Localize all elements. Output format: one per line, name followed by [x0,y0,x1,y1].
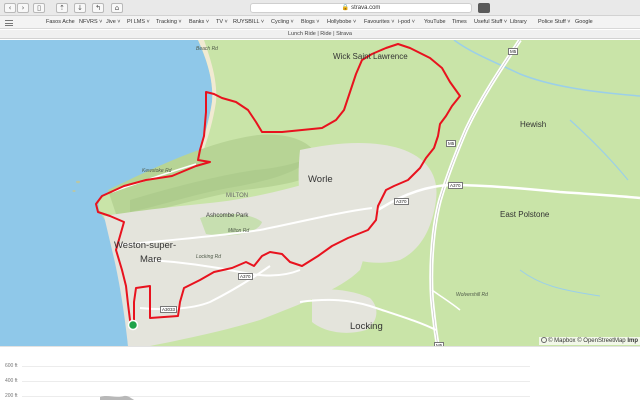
road-m5 [429,40,522,346]
bookmark-item[interactable]: RUYSBILL ˅ [233,18,264,27]
place-label: Weston-super- [114,240,177,251]
bookmark-item[interactable]: Google [575,18,593,27]
place-label: Worle [308,174,333,185]
improve-map-link[interactable]: Imp [627,338,638,344]
bookmark-item[interactable]: Banks ˅ [189,18,209,27]
bookmark-item[interactable]: Jive ˅ [106,18,121,27]
bookmark-item[interactable]: Fasos Ache [46,18,75,27]
place-label: MILTON [226,193,249,199]
road-shield: A370 [448,182,463,189]
map-canvas [0,40,640,346]
island [72,190,76,192]
bookmark-item[interactable]: Police Stuff ˅ [538,18,570,27]
url-text: strava.com [351,5,381,11]
route-map[interactable]: Wick Saint Lawrence Hewish Worle East Po… [0,40,640,346]
road-label: Beach Rd [196,46,218,52]
place-label: Hewish [520,120,547,129]
river [453,40,640,97]
browser-toolbar: ‹ › ▯ ⇡ ↓ ↰ ⌂ 🔒 strava.com [0,0,640,16]
back-icon[interactable]: ‹ [4,3,16,13]
road-shield: M5 [446,140,457,147]
bookmark-item[interactable]: TV ˅ [216,18,228,27]
lock-icon: 🔒 [341,5,350,11]
tab-activity[interactable]: Lunch Ride | Ride | Strava [0,30,640,39]
bookmark-item[interactable]: Useful Stuff ˅ [474,18,507,27]
bookmark-item[interactable]: Tracking ˅ [156,18,182,27]
road-shield: M5 [508,48,519,55]
road-label: Locking Rd [196,254,222,260]
mapbox-logo-icon [541,337,548,343]
island [76,180,80,184]
history-back-icon[interactable]: ↰ [92,3,104,13]
place-label: Ashcombe Park [206,213,249,219]
bookmark-item[interactable]: Library [510,18,527,27]
bookmarks-bar: Fasos Ache NFVRS ˅ Jive ˅ PI LMS ˅ Track… [0,16,640,29]
bookmark-item[interactable]: i-pod ˅ [398,18,415,27]
start-marker [127,319,139,331]
road-label: Wolvershill Rd [456,292,488,298]
share-icon[interactable]: ⇡ [56,3,68,13]
forward-icon[interactable]: › [17,3,29,13]
bookmark-item[interactable]: YouTube [424,18,446,27]
place-label: Wick Saint Lawrence [333,52,408,61]
road-label: Kewstoke Rd [142,168,172,174]
address-bar[interactable]: 🔒 strava.com [250,3,472,13]
bookmark-item[interactable]: Favourites ˅ [364,18,394,27]
tab-title: Lunch Ride | Ride | Strava [287,31,352,37]
place-label: Mare [140,254,162,265]
bookmarks-menu-icon[interactable] [5,20,13,26]
place-label: Locking [350,321,383,332]
map-attribution: © Mapbox © OpenStreetMap Imp [539,337,640,345]
elevation-profile [100,395,135,400]
downloads-icon[interactable]: ↓ [74,3,86,13]
river [569,119,629,181]
bookmark-item[interactable]: NFVRS ˅ [79,18,102,27]
road-m5-line [430,40,521,346]
bookmark-item[interactable]: Times [452,18,467,27]
bookmark-item[interactable]: PI LMS ˅ [127,18,150,27]
bookmark-item[interactable]: Blogs ˅ [301,18,320,27]
elevation-chart[interactable]: 600 ft 400 ft 200 ft [0,346,640,400]
bookmark-item[interactable]: Cycling ˅ [271,18,294,27]
mapbox-link[interactable]: © Mapbox [548,338,575,344]
river [519,269,601,297]
sidebar-icon[interactable]: ▯ [33,3,45,13]
road-shield: A370 [238,273,253,280]
bookmark-item[interactable]: Hollybobe ˅ [327,18,356,27]
extension-icon[interactable] [478,3,490,13]
osm-link[interactable]: © OpenStreetMap [577,338,625,344]
road-label: Milton Rd [228,228,250,234]
home-icon[interactable]: ⌂ [111,3,123,13]
road-shield: A3033 [160,306,178,313]
road-shield: A370 [394,198,409,205]
place-label: East Polstone [500,210,550,219]
